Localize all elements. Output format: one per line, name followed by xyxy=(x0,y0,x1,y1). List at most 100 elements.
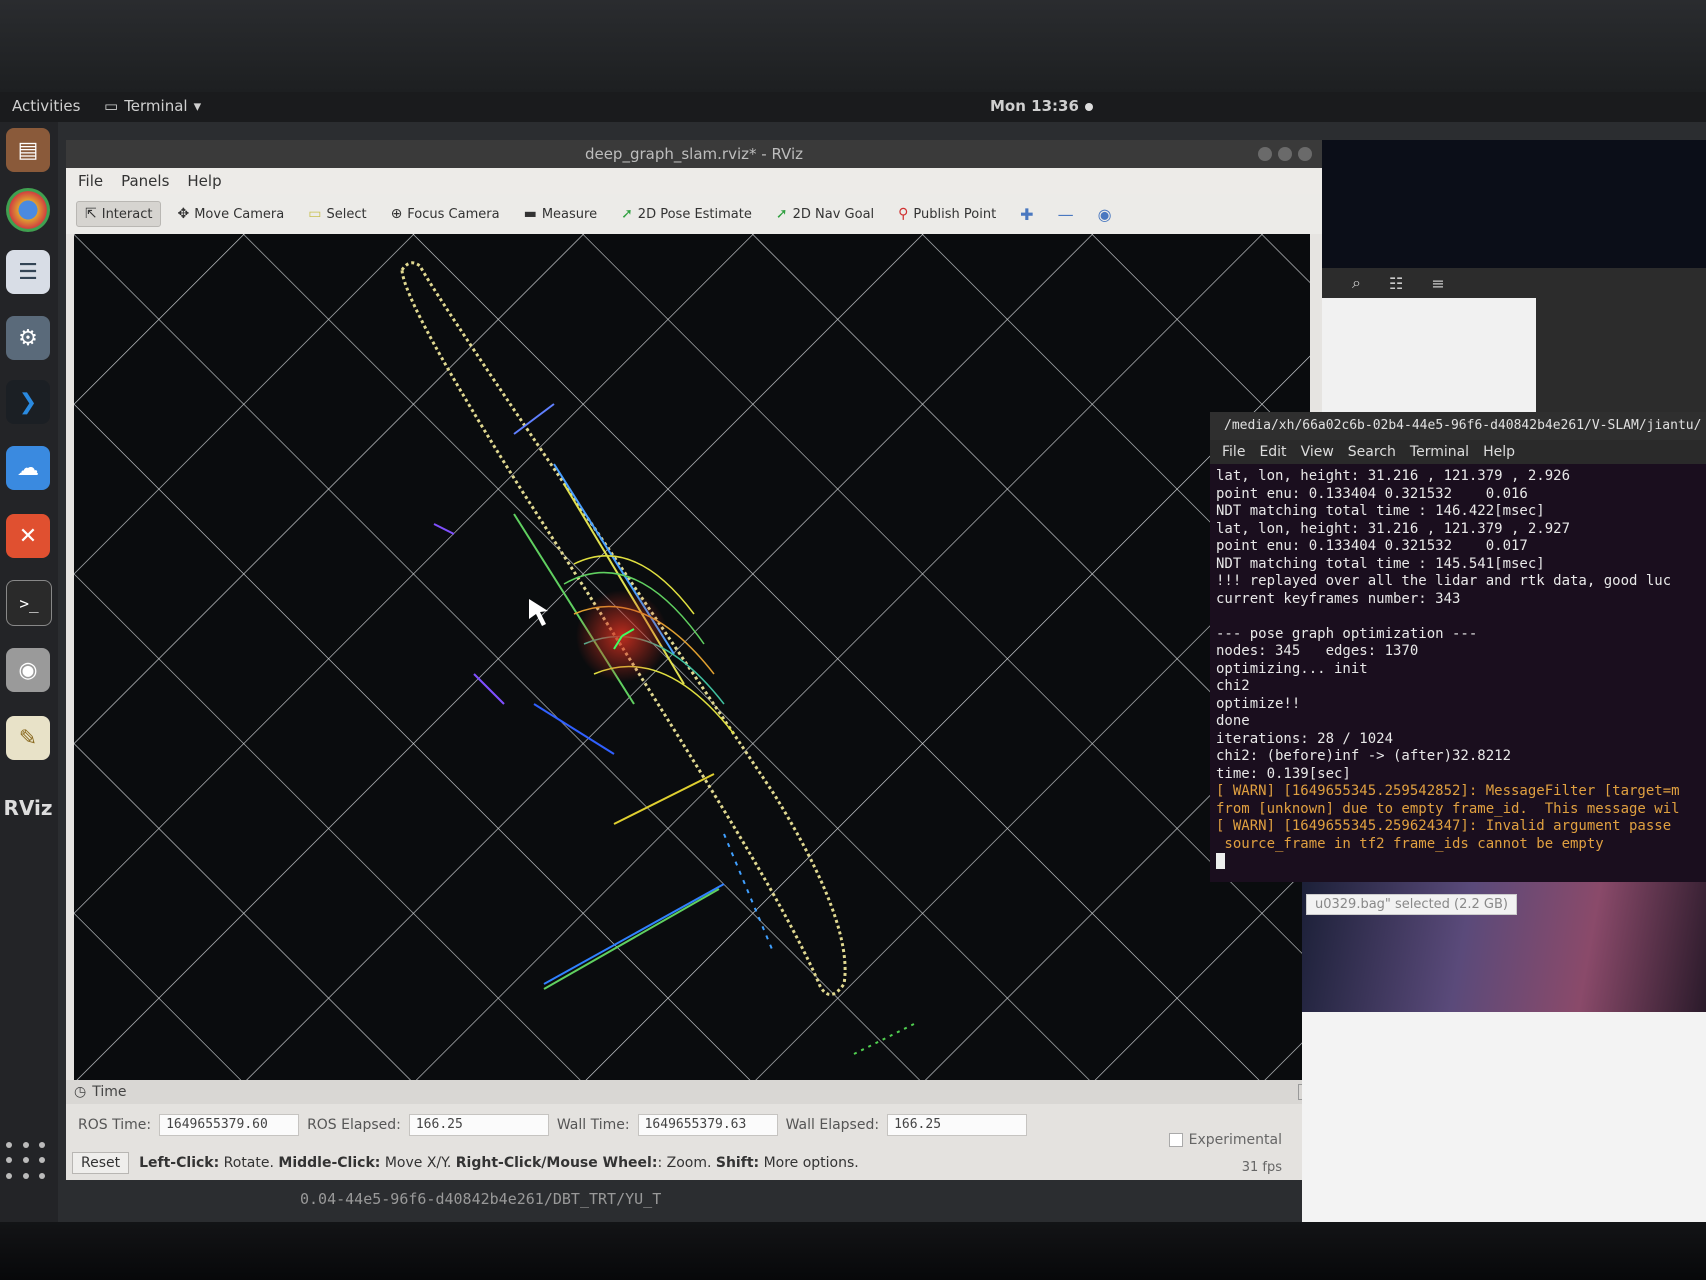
tool-2d-pose-estimate[interactable]: ➚ 2D Pose Estimate xyxy=(613,202,760,226)
terminal-window[interactable]: /media/xh/66a02c6b-02b4-44e5-96f6-d40842… xyxy=(1210,412,1706,882)
terminal-line: point enu: 0.133404 0.321532 0.016 xyxy=(1216,485,1528,502)
search-icon[interactable]: ⌕ xyxy=(1352,273,1361,293)
window-title: deep_graph_slam.rviz* - RViz xyxy=(66,140,1322,168)
terminal-title: /media/xh/66a02c6b-02b4-44e5-96f6-d40842… xyxy=(1210,412,1706,440)
terminal-line: --- pose graph optimization --- xyxy=(1216,625,1478,642)
chrome-icon[interactable] xyxy=(6,188,50,232)
view-options-icon[interactable]: ☷ xyxy=(1389,274,1403,293)
3d-viewport[interactable] xyxy=(74,234,1310,1100)
clock[interactable]: Mon 13:36 xyxy=(990,97,1093,115)
menu-file[interactable]: File xyxy=(78,172,103,190)
maximize-icon[interactable] xyxy=(1278,147,1292,161)
time-panel-header: ◷ Time xyxy=(66,1080,1322,1104)
pin-icon: ⚲ xyxy=(898,206,909,222)
checkbox-icon xyxy=(1168,1133,1183,1147)
cursor-icon: ⇱ xyxy=(85,206,97,222)
hint-rotate: Rotate. xyxy=(223,1155,274,1171)
terminal-line: chi2 xyxy=(1216,678,1250,694)
clock-icon: ◷ xyxy=(74,1084,87,1100)
files-app-icon[interactable]: ▤ xyxy=(6,128,50,172)
terminal-menu-file[interactable]: File xyxy=(1222,444,1245,460)
hint-shift: Shift: xyxy=(715,1155,760,1171)
tool-move-camera[interactable]: ✥ Move Camera xyxy=(169,202,292,226)
terminal-menu-search[interactable]: Search xyxy=(1348,444,1396,460)
ros-time-label: ROS Time: xyxy=(78,1117,152,1133)
experimental-checkbox[interactable]: Experimental xyxy=(1168,1132,1282,1148)
ground-grid xyxy=(74,234,1310,1100)
vscode-icon[interactable]: ❯ xyxy=(6,380,50,424)
rviz-window: deep_graph_slam.rviz* - RViz File Panels… xyxy=(66,140,1322,1180)
show-applications-icon[interactable] xyxy=(6,1142,50,1182)
terminal-menu-view[interactable]: View xyxy=(1301,444,1334,460)
text-cursor-icon xyxy=(1216,853,1225,869)
background-terminal-text: 0.04-44e5-96f6-d40842b4e261/DBT_TRT/YU_T xyxy=(300,1190,662,1208)
wall-time-field[interactable]: 1649655379.63 xyxy=(637,1114,778,1136)
app-menu-label: Terminal xyxy=(124,97,188,115)
point-cloud-render xyxy=(74,234,1310,1100)
terminal-line: optimizing... init xyxy=(1216,660,1368,677)
select-icon: ▭ xyxy=(308,206,322,222)
remove-tool-icon[interactable]: — xyxy=(1050,205,1082,224)
terminal-line: lat, lon, height: 31.216 , 121.379 , 2.9… xyxy=(1216,520,1571,537)
dock: ▤ ☰ ⚙ ❯ ☁ ✕ >_ ◉ ✎ RViz xyxy=(0,122,58,1222)
add-tool-icon[interactable]: ✚ xyxy=(1012,205,1041,224)
tool-interact[interactable]: ⇱ Interact xyxy=(76,201,162,227)
ros-elapsed-field[interactable]: 166.25 xyxy=(408,1114,549,1136)
document-viewer-icon[interactable]: ☰ xyxy=(6,250,50,294)
terminal-line: NDT matching total time : 145.541[msec] xyxy=(1216,555,1545,572)
ros-time-field[interactable]: 1649655379.60 xyxy=(159,1114,300,1136)
wall-time-label: Wall Time: xyxy=(556,1117,630,1133)
window-controls xyxy=(1258,147,1312,161)
menu-help[interactable]: Help xyxy=(187,172,221,190)
camera-icon[interactable]: ◉ xyxy=(6,648,50,692)
tool-focus-camera[interactable]: ⊕ Focus Camera xyxy=(383,202,508,226)
time-panel-title: Time xyxy=(92,1084,127,1100)
app-menu[interactable]: ▭ Terminal ▾ xyxy=(104,97,201,115)
tool-label: Focus Camera xyxy=(407,206,500,222)
terminal-menu-terminal[interactable]: Terminal xyxy=(1410,444,1469,460)
rviz-menubar: File Panels Help xyxy=(66,168,1322,194)
hint-left-click: Left-Click: xyxy=(139,1155,220,1171)
terminal-line: source_frame in tf2 frame_ids cannot be … xyxy=(1216,835,1604,852)
activities-button[interactable]: Activities xyxy=(12,97,80,115)
tool-label: Measure xyxy=(541,206,598,222)
chevron-down-icon: ▾ xyxy=(193,97,202,115)
experimental-label: Experimental xyxy=(1188,1132,1282,1148)
menu-panels[interactable]: Panels xyxy=(121,172,169,190)
hint-right-click: Right-Click/Mouse Wheel: xyxy=(455,1155,658,1171)
tool-label: 2D Pose Estimate xyxy=(637,206,752,222)
terminal-menu-help[interactable]: Help xyxy=(1483,444,1515,460)
screen-bezel-top xyxy=(0,0,1706,92)
camera-type-icon[interactable]: ◉ xyxy=(1090,205,1120,224)
file-manager-toolbar: ⌕ ☷ ≡ xyxy=(1316,268,1706,298)
rviz-icon[interactable]: RViz xyxy=(3,786,52,830)
terminal-line: [ WARN] [1649655345.259624347]: Invalid … xyxy=(1216,818,1672,834)
terminal-line: [ WARN] [1649655345.259542852]: MessageF… xyxy=(1216,783,1680,799)
time-fields-row: ROS Time: 1649655379.60 ROS Elapsed: 166… xyxy=(66,1114,1028,1136)
minimize-icon[interactable] xyxy=(1258,147,1272,161)
wall-elapsed-field[interactable]: 166.25 xyxy=(887,1114,1028,1136)
tool-2d-nav-goal[interactable]: ➚ 2D Nav Goal xyxy=(768,202,882,226)
terminal-cursor xyxy=(1216,853,1706,871)
focus-icon: ⊕ xyxy=(390,206,403,222)
file-selection-status: u0329.bag" selected (2.2 GB) xyxy=(1306,894,1517,915)
text-editor-icon[interactable]: ✎ xyxy=(6,716,50,760)
terminal-icon[interactable]: >_ xyxy=(6,580,52,626)
terminal-menu-edit[interactable]: Edit xyxy=(1259,444,1286,460)
tool-label: Select xyxy=(326,206,367,222)
tool-label: Move Camera xyxy=(194,206,285,222)
terminal-line: done xyxy=(1216,713,1250,729)
settings-gear-icon[interactable]: ⚙ xyxy=(6,316,50,360)
terminal-output: lat, lon, height: 31.216 , 121.379 , 2.9… xyxy=(1216,468,1706,871)
tool-publish-point[interactable]: ⚲ Publish Point xyxy=(890,202,1004,226)
file-manager-window: ⌕ ☷ ≡ xyxy=(1316,268,1706,412)
close-icon[interactable] xyxy=(1298,147,1312,161)
tool-measure[interactable]: ▬ Measure xyxy=(516,202,605,226)
tool-select[interactable]: ▭ Select xyxy=(300,202,374,226)
reset-button[interactable]: Reset xyxy=(72,1152,130,1174)
baidu-netdisk-icon[interactable]: ☁ xyxy=(6,446,50,490)
status-hint: Left-Click: Rotate. Middle-Click: Move X… xyxy=(139,1155,859,1171)
ruler-icon: ▬ xyxy=(523,206,537,222)
hamburger-menu-icon[interactable]: ≡ xyxy=(1431,274,1444,293)
xmind-icon[interactable]: ✕ xyxy=(6,514,50,558)
